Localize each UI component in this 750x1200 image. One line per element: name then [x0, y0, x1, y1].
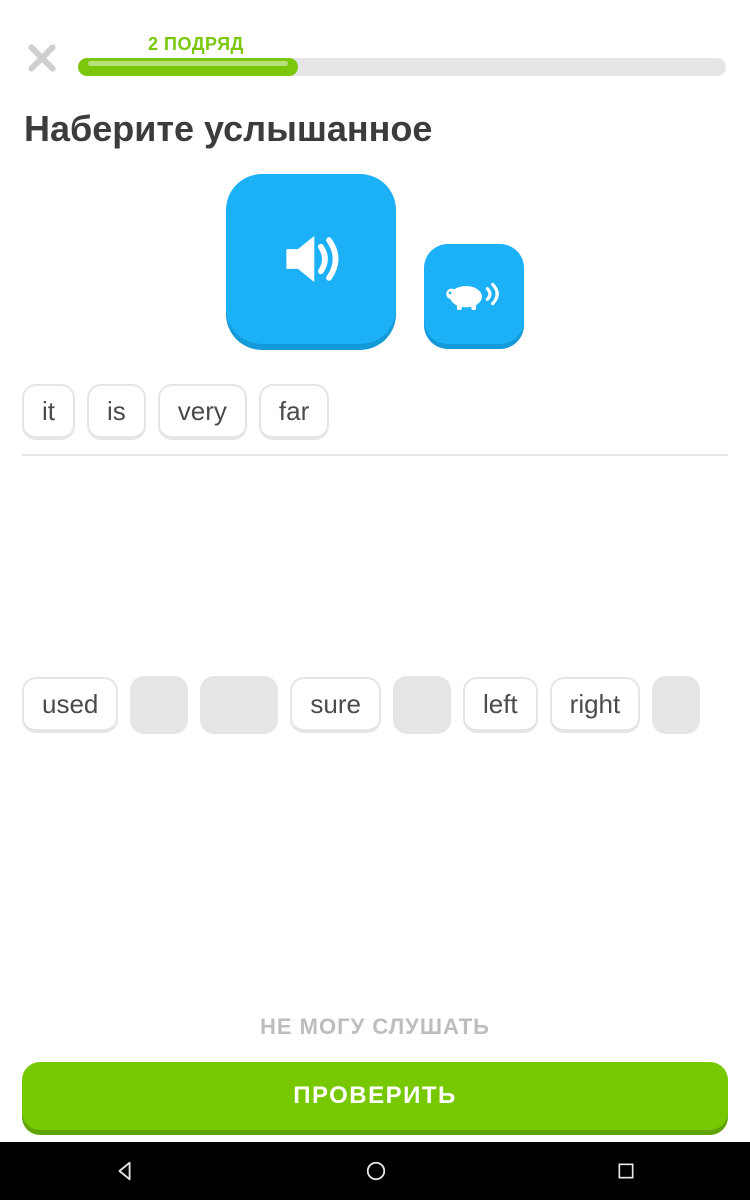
word-chip[interactable]: sure [290, 677, 381, 733]
nav-home-icon[interactable] [365, 1160, 387, 1182]
word-chip[interactable]: left [463, 677, 538, 733]
speaker-icon [270, 218, 352, 300]
answer-chip[interactable]: very [158, 384, 247, 440]
word-chip[interactable]: used [22, 677, 118, 733]
android-nav-bar [0, 1142, 750, 1200]
empty-slot [130, 676, 188, 734]
cant-listen-button[interactable]: НЕ МОГУ СЛУШАТЬ [22, 988, 728, 1062]
exercise-prompt: Наберите услышанное [0, 76, 750, 168]
answer-chip[interactable]: is [87, 384, 146, 440]
word-bank: used sure leftright [0, 456, 750, 734]
play-audio-slow-button[interactable] [424, 244, 524, 344]
nav-recent-icon[interactable] [616, 1161, 636, 1181]
play-audio-button[interactable] [226, 174, 396, 344]
empty-slot [200, 676, 278, 734]
close-button[interactable] [24, 40, 60, 76]
progress-bar: 2 ПОДРЯД [78, 40, 726, 76]
answer-line[interactable]: itisveryfar [22, 368, 728, 456]
answer-chip[interactable]: far [259, 384, 329, 440]
turtle-icon [442, 270, 506, 318]
empty-slot [652, 676, 700, 734]
empty-slot [393, 676, 451, 734]
nav-back-icon[interactable] [114, 1160, 136, 1182]
word-chip[interactable]: right [550, 677, 641, 733]
check-button[interactable]: ПРОВЕРИТЬ [22, 1062, 728, 1130]
answer-chip[interactable]: it [22, 384, 75, 440]
streak-label: 2 ПОДРЯД [148, 34, 244, 55]
